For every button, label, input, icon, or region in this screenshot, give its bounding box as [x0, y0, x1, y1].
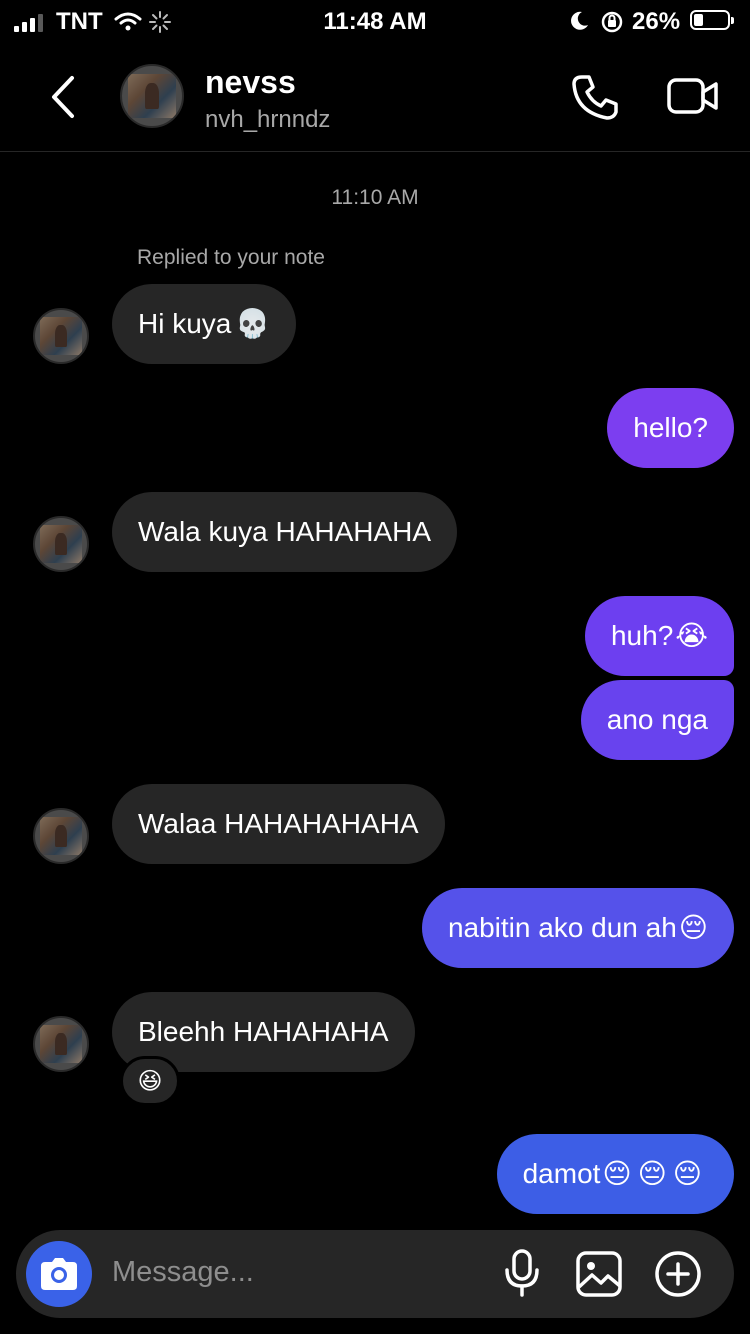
camera-icon — [41, 1258, 77, 1290]
battery-icon — [690, 10, 734, 30]
message-timestamp: 11:10 AM — [331, 186, 419, 209]
message-bubble-outgoing[interactable]: damot 😔😔😔 — [496, 1134, 734, 1214]
gallery-icon[interactable] — [576, 1251, 622, 1297]
message-bubble-incoming[interactable]: Wala kuya HAHAHAHA — [112, 492, 458, 572]
message-input[interactable]: Message... — [112, 1256, 254, 1289]
message-bubble-outgoing[interactable]: huh? 😭 — [584, 596, 734, 676]
message-text: Walaa HAHAHAHAHA — [138, 808, 419, 839]
message-text: nabitin ako dun ah — [447, 912, 677, 943]
camera-button[interactable] — [26, 1241, 92, 1307]
back-arrow-icon[interactable] — [48, 74, 78, 120]
chat-header: nevss nvh_hrnndz — [0, 44, 750, 152]
contact-name[interactable]: nevss — [205, 64, 296, 101]
status-bar: TNT 11:48 AM 26% — [0, 0, 750, 44]
video-call-icon[interactable] — [666, 74, 720, 118]
message-text: ano nga — [606, 704, 708, 735]
moon-icon — [571, 11, 588, 30]
message-text: damot — [522, 1158, 601, 1189]
message-bubble-outgoing[interactable]: ano nga — [580, 680, 734, 760]
add-plus-icon[interactable] — [654, 1250, 702, 1298]
sender-avatar[interactable] — [33, 308, 89, 364]
replied-note-label: Replied to your note — [137, 246, 325, 269]
message-bubble-outgoing[interactable]: nabitin ako dun ah 😔 — [421, 888, 734, 968]
microphone-icon[interactable] — [504, 1248, 540, 1298]
pensive-emoji: 😔 — [678, 911, 708, 944]
message-reaction[interactable]: 😆 — [120, 1056, 180, 1106]
contact-username[interactable]: nvh_hrnndz — [205, 106, 330, 134]
message-text: Wala kuya HAHAHAHA — [138, 516, 432, 547]
message-text: Bleehh HAHAHAHA — [138, 1016, 389, 1047]
message-text: hello? — [633, 412, 708, 443]
sender-avatar[interactable] — [33, 516, 89, 572]
pensive-emoji: 😔😔😔 — [602, 1157, 708, 1190]
orientation-lock-icon — [601, 11, 623, 33]
skull-emoji: 💀 — [235, 307, 271, 340]
phone-call-icon[interactable] — [570, 72, 620, 122]
crying-emoji: 😭 — [675, 619, 708, 652]
message-bubble-outgoing[interactable]: hello? — [607, 388, 734, 468]
laughing-emoji: 😆 — [137, 1067, 163, 1095]
message-text: Hi kuya — [138, 308, 232, 339]
message-bubble-incoming[interactable]: Walaa HAHAHAHAHA — [112, 784, 445, 864]
battery-percent: 26% — [632, 8, 681, 35]
sender-avatar[interactable] — [33, 808, 89, 864]
contact-avatar[interactable] — [120, 64, 184, 128]
message-bubble-incoming[interactable]: Hi kuya 💀 — [112, 284, 297, 364]
message-text: huh? — [610, 620, 674, 651]
sender-avatar[interactable] — [33, 1016, 89, 1072]
